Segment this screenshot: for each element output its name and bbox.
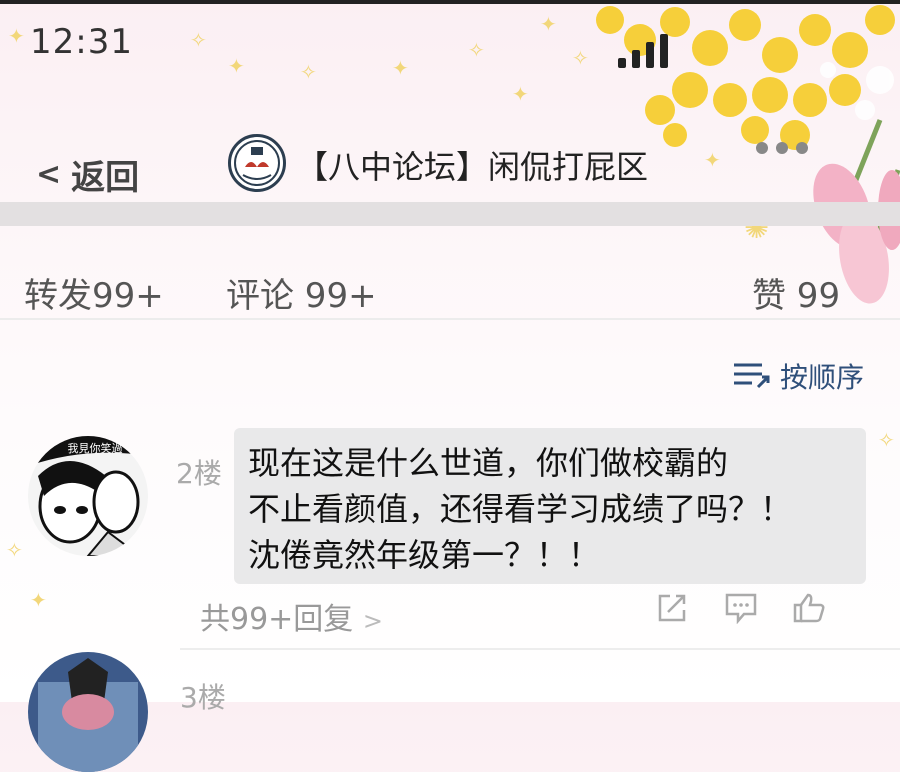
forum-title: 【八中论坛】闲侃打屁区 — [296, 148, 649, 186]
header-divider — [0, 202, 900, 226]
avatar-caption: 我見你笑過 — [67, 442, 123, 455]
like-icon — [793, 593, 825, 623]
comment-separator — [180, 648, 900, 650]
sort-label: 按顺序 — [780, 361, 865, 394]
comment-button[interactable] — [724, 592, 758, 628]
back-chevron-icon: < — [36, 157, 62, 192]
repost-count[interactable]: 转发99+ — [24, 268, 164, 317]
sort-button[interactable]: 按顺序 — [732, 356, 864, 396]
floor-number: 2楼 — [176, 457, 222, 490]
status-time: 12:31 — [30, 22, 133, 62]
floor-number: 3楼 — [180, 681, 226, 714]
back-label: 返回 — [71, 158, 140, 198]
more-dots-icon[interactable] — [756, 142, 808, 154]
like-count[interactable]: 赞 99 — [752, 268, 840, 317]
comment-icon — [725, 593, 757, 625]
forum-logo[interactable] — [228, 134, 286, 192]
back-button[interactable]: < 返回 — [36, 150, 139, 199]
comment-line: 现在这是什么世道，你们做校霸的 — [248, 444, 729, 482]
top-edge — [0, 0, 900, 4]
comment-count[interactable]: 评论 99+ — [226, 268, 377, 317]
reply-count: 共99+回复 — [200, 602, 354, 637]
cartoon-avatar-image — [28, 652, 148, 772]
comment-line: 不止看颜值，还得看学习成绩了吗？！ — [248, 490, 793, 528]
chevron-right-icon: > — [362, 607, 383, 635]
signal-icon — [618, 34, 668, 68]
sort-order-icon — [734, 363, 770, 389]
post-stats: 转发99+ 评论 99+ 赞 99 — [0, 260, 900, 320]
like-button[interactable] — [792, 592, 826, 628]
comment-line: 沈倦竟然年级第一？！！ — [248, 536, 601, 574]
stats-divider — [0, 318, 900, 320]
view-replies-link[interactable]: 共99+回复 > — [200, 594, 383, 638]
share-button[interactable] — [656, 592, 688, 628]
user-avatar[interactable] — [28, 652, 148, 772]
comment-bubble: 现在这是什么世道，你们做校霸的 不止看颜值，还得看学习成绩了吗？！ 沈倦竟然年级… — [234, 428, 866, 584]
school-emblem-icon — [234, 140, 280, 186]
share-icon — [658, 594, 686, 622]
